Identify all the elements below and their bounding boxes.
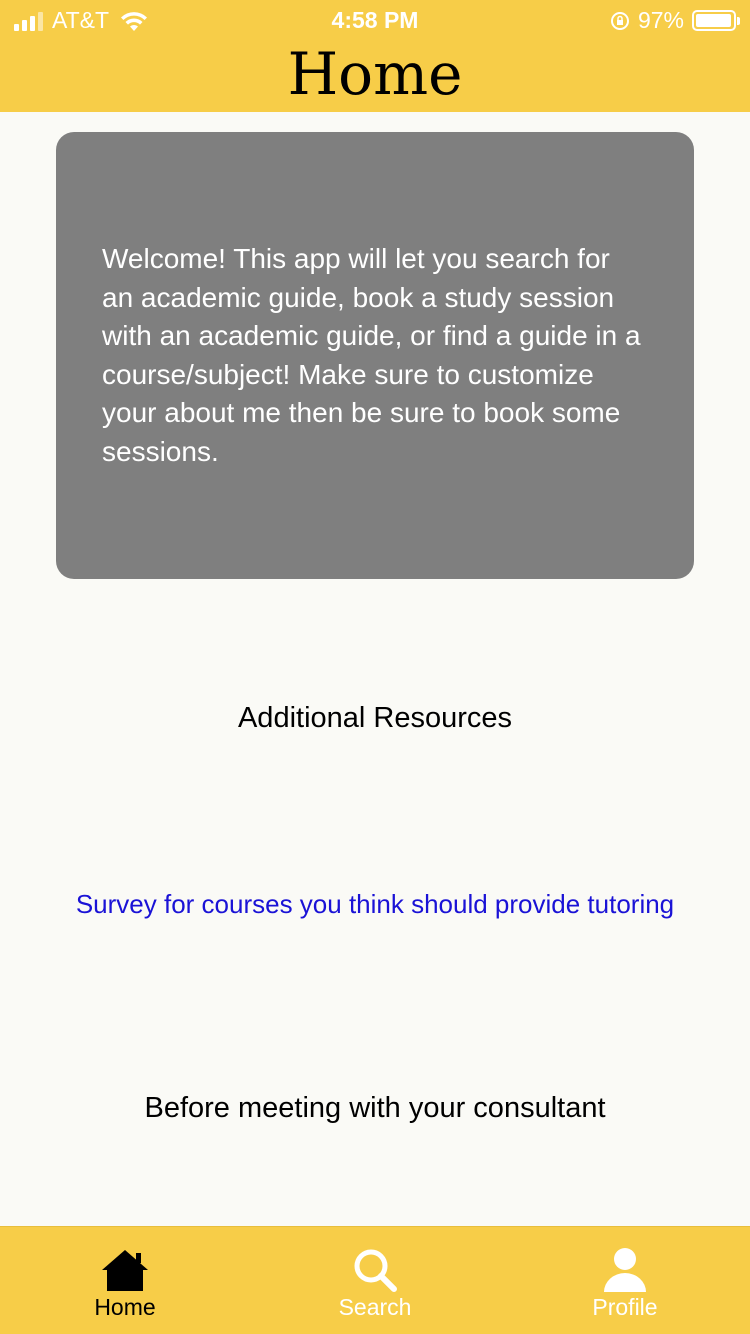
resources-heading: Additional Resources	[237, 702, 513, 734]
tab-profile[interactable]: Profile	[500, 1227, 750, 1334]
survey-link[interactable]: Survey for courses you think should prov…	[0, 889, 750, 920]
status-right: 97%	[610, 7, 740, 34]
battery-fill	[696, 14, 731, 27]
tab-bar: Home Search Profile	[0, 1226, 750, 1334]
tab-search[interactable]: Search	[250, 1227, 500, 1334]
status-bar: AT&T 4:58 PM 97%	[0, 0, 750, 40]
tab-profile-label: Profile	[592, 1294, 658, 1320]
rotation-lock-icon	[610, 11, 629, 30]
welcome-text: Welcome! This app will let you search fo…	[102, 243, 641, 467]
header: AT&T 4:58 PM 97% Home	[0, 0, 750, 112]
person-icon	[599, 1247, 651, 1293]
home-icon	[99, 1247, 151, 1293]
search-icon	[349, 1247, 401, 1293]
tab-home[interactable]: Home	[0, 1227, 250, 1334]
tab-home-label: Home	[94, 1294, 156, 1320]
welcome-card: Welcome! This app will let you search fo…	[56, 132, 694, 579]
battery-percent: 97%	[637, 7, 684, 33]
battery-icon	[692, 10, 740, 31]
tab-search-label: Search	[338, 1294, 412, 1320]
page-title: Home	[287, 40, 463, 108]
consultant-link[interactable]: Before meeting with your consultant	[0, 1092, 750, 1125]
